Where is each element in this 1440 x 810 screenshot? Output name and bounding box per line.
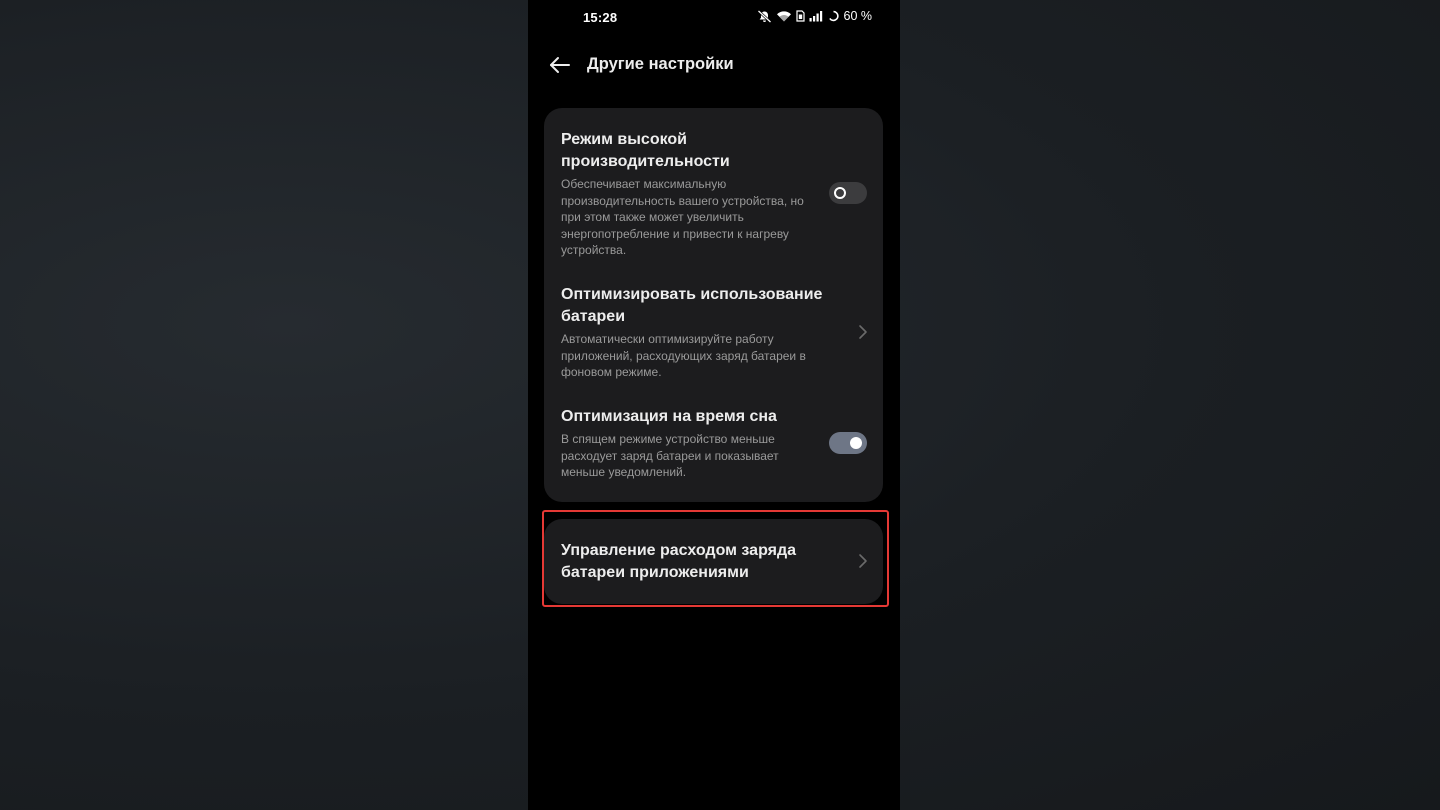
- setting-title: Режим высокой производительности: [561, 131, 730, 170]
- chevron-right-icon: [859, 554, 867, 568]
- setting-app-battery-management[interactable]: Управление расходом заряда батареи прило…: [544, 519, 883, 604]
- status-icons: 60 %: [757, 9, 873, 23]
- setting-high-performance[interactable]: Режим высокой производительности Обеспеч…: [544, 108, 883, 268]
- app-bar: Другие настройки: [528, 44, 900, 86]
- battery-icon: [827, 10, 839, 22]
- setting-title: Оптимизация на время сна: [561, 408, 777, 425]
- page-title: Другие настройки: [587, 55, 734, 73]
- sim-icon: [795, 10, 805, 22]
- sleep-optimization-toggle[interactable]: [829, 432, 867, 454]
- setting-title: Управление расходом заряда батареи прило…: [561, 542, 797, 581]
- setting-optimize-battery[interactable]: Оптимизировать использование батареи Авт…: [544, 272, 883, 390]
- toggle-knob: [834, 187, 846, 199]
- setting-description: В спящем режиме устройство меньше расход…: [561, 432, 779, 480]
- toggle-knob: [850, 437, 862, 449]
- setting-sleep-optimization[interactable]: Оптимизация на время сна В спящем режиме…: [544, 396, 883, 496]
- app-battery-management-card: Управление расходом заряда батареи прило…: [544, 519, 883, 604]
- setting-description: Обеспечивает максимальную производительн…: [561, 177, 804, 258]
- status-time: 15:28: [583, 10, 618, 25]
- setting-title: Оптимизировать использование батареи: [561, 286, 823, 325]
- chevron-right-icon: [859, 325, 867, 339]
- wifi-icon: [776, 10, 792, 22]
- setting-description: Автоматически оптимизируйте работу прило…: [561, 332, 806, 380]
- high-performance-toggle[interactable]: [829, 182, 867, 204]
- arrow-left-icon: [550, 57, 570, 73]
- status-bar: 15:28 60 %: [528, 0, 900, 34]
- phone-screen: 15:28 60 % Другие настройки Режим высоко…: [528, 0, 900, 810]
- mute-icon: [757, 9, 772, 23]
- signal-icon: [809, 10, 824, 22]
- settings-card: Режим высокой производительности Обеспеч…: [544, 108, 883, 502]
- back-button[interactable]: [546, 52, 574, 78]
- battery-percent: 60 %: [843, 9, 873, 23]
